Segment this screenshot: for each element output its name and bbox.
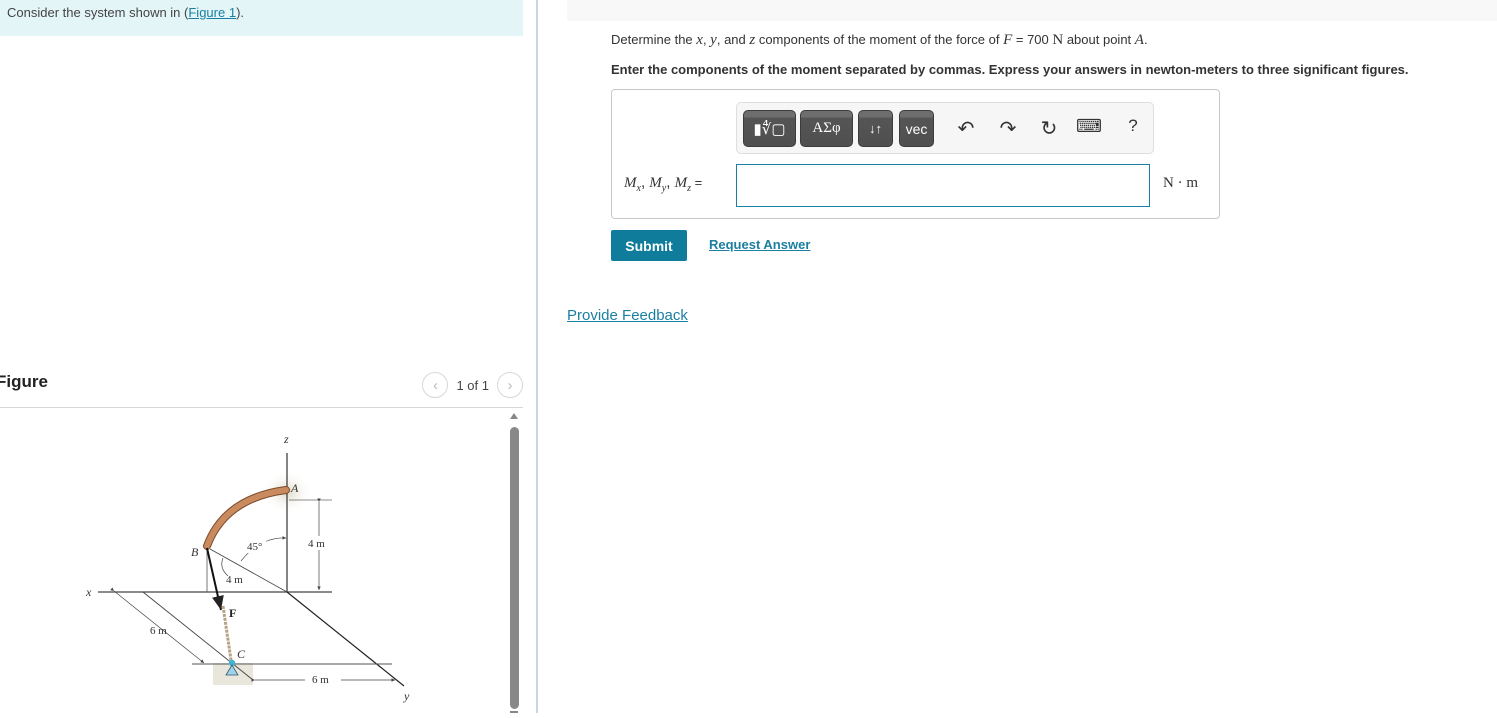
force-arrow xyxy=(206,547,224,611)
vector-button[interactable]: vec xyxy=(899,110,934,147)
figure-link[interactable]: Figure 1 xyxy=(188,5,236,20)
question-text-part: = 700 xyxy=(1012,32,1053,47)
figure-header: Figure ‹ 1 of 1 › xyxy=(0,368,523,408)
chevron-right-icon: › xyxy=(507,376,513,394)
arrows-icon: ↓↑ xyxy=(869,121,882,136)
help-icon[interactable]: ? xyxy=(1120,116,1146,136)
math-my: M xyxy=(649,175,662,191)
answer-box: ▮∜▢ ΑΣφ ↓↑ vec ↶ ↷ ↻ ⌨ ? Mx, My, Mz = N … xyxy=(611,89,1220,219)
intro-text: Consider the system shown in ( xyxy=(7,5,189,20)
arrows-button[interactable]: ↓↑ xyxy=(858,110,893,147)
greek-label: ΑΣφ xyxy=(812,120,841,136)
keyboard-icon[interactable]: ⌨ xyxy=(1076,116,1102,137)
templates-button[interactable]: ▮∜▢ xyxy=(743,110,796,147)
question-text-part: about point xyxy=(1063,32,1135,47)
point-c-label: C xyxy=(237,647,246,661)
y-axis-line xyxy=(286,591,405,687)
answer-label: Mx, My, Mz = xyxy=(624,174,702,194)
vec-label: vec xyxy=(905,120,928,137)
point-a-label: A xyxy=(290,481,299,495)
sep: , xyxy=(666,174,675,191)
question-text-part: , and xyxy=(716,32,750,47)
question-text-part: components of the moment of the force of xyxy=(755,32,1004,47)
math-mz: M xyxy=(674,175,688,191)
math-y: y xyxy=(710,32,717,48)
intro-banner: Consider the system shown in (Figure 1). xyxy=(0,0,523,36)
math-force: F xyxy=(1003,32,1013,48)
dim-radius-label: 4 m xyxy=(226,574,243,586)
right-panel: Determine the x, y, and z components of … xyxy=(538,0,1497,713)
request-answer-link[interactable]: Request Answer xyxy=(709,237,810,252)
figure-diagram: z x y A B C F 45° 4 m 4 m 6 m 6 m xyxy=(85,432,410,703)
scrollbar-thumb[interactable] xyxy=(510,427,519,709)
math-point-a: A xyxy=(1134,32,1144,48)
instructions-text: Enter the components of the moment separ… xyxy=(611,62,1409,77)
question-text-part: Determine the xyxy=(611,32,697,47)
dim-x-label: 6 m xyxy=(150,625,167,637)
question-text-part: . xyxy=(1143,32,1148,47)
math-unit-n: N xyxy=(1052,32,1064,48)
force-label: F xyxy=(229,606,236,620)
x-axis-label: x xyxy=(85,585,92,599)
math-x: x xyxy=(696,32,703,48)
prev-figure-button[interactable]: ‹ xyxy=(422,372,449,398)
angle-label: 45° xyxy=(247,541,262,553)
figure-image: z x y A B C F 45° 4 m 4 m 6 m 6 m xyxy=(0,410,505,713)
templates-icon: ▮∜▢ xyxy=(753,120,786,138)
redo-icon[interactable]: ↷ xyxy=(995,116,1021,141)
submit-button[interactable]: Submit xyxy=(611,230,687,261)
point-b-label: B xyxy=(191,545,199,559)
next-figure-button[interactable]: › xyxy=(497,372,523,398)
dim-y-label: 6 m xyxy=(312,674,329,686)
greek-symbols-button[interactable]: ΑΣφ xyxy=(800,110,853,147)
dim-height-label: 4 m xyxy=(308,538,325,550)
pager-text: 1 of 1 xyxy=(456,377,489,393)
figure-scrollbar[interactable] xyxy=(508,410,519,713)
scroll-up-arrow-icon[interactable] xyxy=(510,413,518,419)
figure-title: Figure xyxy=(0,372,48,391)
figure-pager: ‹ 1 of 1 › xyxy=(422,372,523,398)
math-mx: M xyxy=(624,175,637,191)
reset-icon[interactable]: ↻ xyxy=(1036,116,1062,141)
radius-line xyxy=(209,548,288,593)
provide-feedback-link[interactable]: Provide Feedback xyxy=(567,307,688,324)
chevron-left-icon: ‹ xyxy=(432,376,438,394)
unit-label: N · m xyxy=(1163,175,1198,191)
question-text: Determine the x, y, and z components of … xyxy=(611,32,1148,49)
left-panel: Consider the system shown in (Figure 1).… xyxy=(0,0,536,713)
y-axis-label: y xyxy=(403,689,410,703)
intro-suffix: ). xyxy=(236,5,245,20)
math-toolbar: ▮∜▢ ΑΣφ ↓↑ vec ↶ ↷ ↻ ⌨ ? xyxy=(736,102,1154,154)
equals-sign: = xyxy=(691,175,703,190)
undo-icon[interactable]: ↶ xyxy=(953,116,979,141)
answer-input[interactable] xyxy=(736,164,1150,207)
z-axis-label: z xyxy=(283,432,289,446)
top-bar xyxy=(567,0,1497,21)
